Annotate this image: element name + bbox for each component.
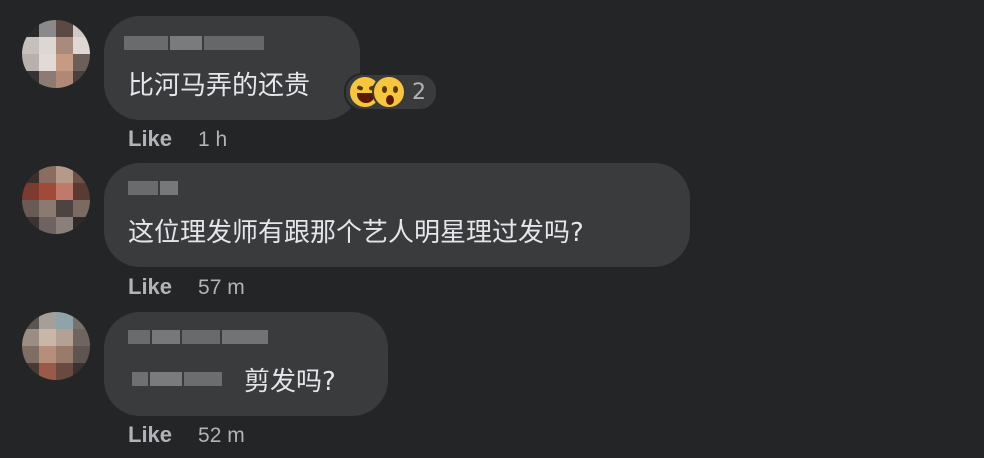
comment-actions: Like 1 h bbox=[128, 126, 227, 152]
avatar[interactable] bbox=[22, 166, 90, 234]
comments-panel: 比河马弄的还贵 2 Like 1 h 这位理发师有跟那个艺人明星理过发吗? Li bbox=[0, 0, 984, 458]
commenter-name[interactable] bbox=[128, 330, 268, 344]
comment-text: 比河马弄的还贵 bbox=[128, 71, 311, 101]
comment-actions: Like 52 m bbox=[128, 422, 245, 448]
like-button[interactable]: Like bbox=[128, 274, 172, 300]
avatar[interactable] bbox=[22, 312, 90, 380]
comment-timestamp[interactable]: 1 h bbox=[198, 128, 227, 152]
comment-actions: Like 57 m bbox=[128, 274, 245, 300]
comment-text: 剪发吗? bbox=[244, 367, 336, 397]
comment-timestamp[interactable]: 57 m bbox=[198, 276, 245, 300]
comment-bubble: 这位理发师有跟那个艺人明星理过发吗? bbox=[104, 163, 690, 267]
avatar[interactable] bbox=[22, 20, 90, 88]
mention-tag[interactable] bbox=[132, 372, 222, 386]
commenter-name[interactable] bbox=[128, 181, 178, 195]
reactions-summary[interactable]: 2 bbox=[344, 73, 438, 111]
wow-emoji-icon bbox=[372, 75, 406, 109]
comment-text: 这位理发师有跟那个艺人明星理过发吗? bbox=[128, 218, 584, 248]
reaction-count: 2 bbox=[412, 79, 426, 105]
comment-bubble: 比河马弄的还贵 bbox=[104, 16, 360, 120]
like-button[interactable]: Like bbox=[128, 422, 172, 448]
comment-bubble: 剪发吗? bbox=[104, 312, 388, 416]
like-button[interactable]: Like bbox=[128, 126, 172, 152]
comment-timestamp[interactable]: 52 m bbox=[198, 424, 245, 448]
commenter-name[interactable] bbox=[124, 36, 264, 50]
